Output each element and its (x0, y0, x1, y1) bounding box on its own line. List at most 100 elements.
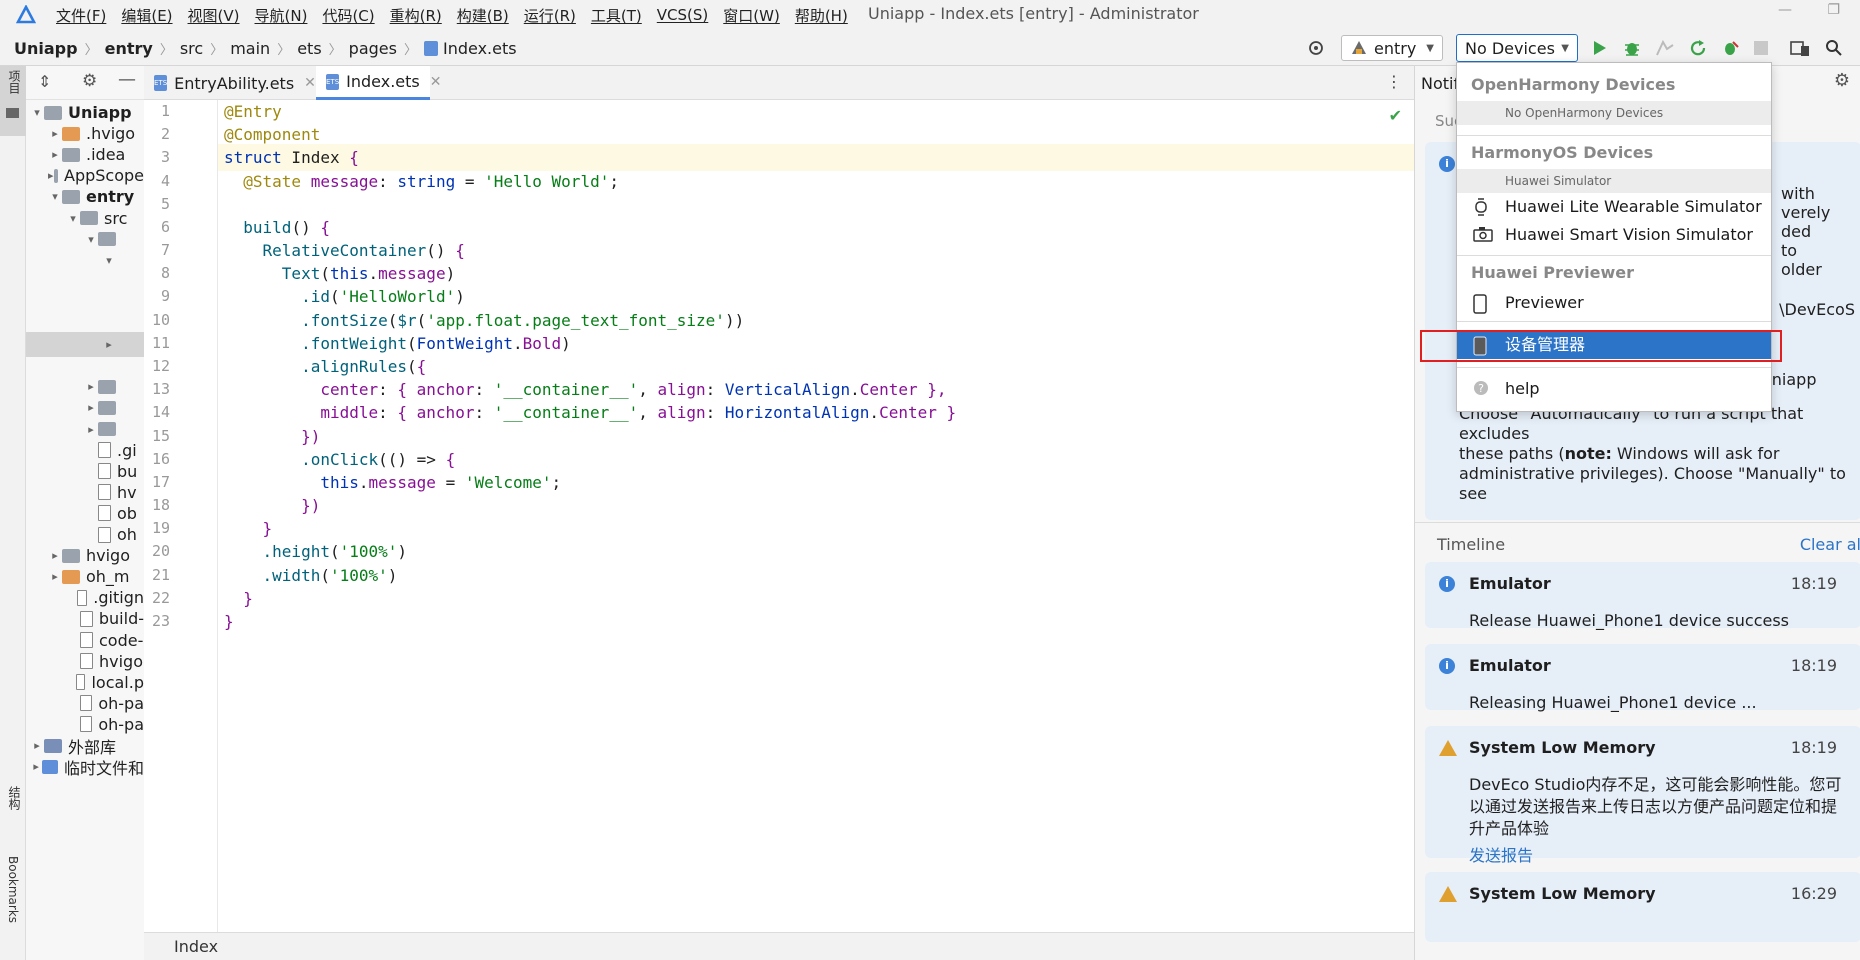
chevron-down-icon[interactable]: ▾ (66, 212, 80, 225)
menu-item[interactable]: 重构(R) (390, 5, 442, 26)
close-icon[interactable]: ✕ (304, 75, 316, 91)
breadcrumb-item[interactable]: src (180, 39, 203, 58)
breadcrumb-separator: 〉 (84, 43, 98, 58)
previewer-item[interactable]: Previewer (1457, 289, 1771, 317)
breadcrumb-item[interactable]: entry (105, 39, 153, 58)
notification-card[interactable]: System Low Memory 16:29 (1425, 872, 1860, 942)
chevron-down-icon: ▼ (1426, 42, 1434, 54)
notification-card[interactable]: System Low Memory 18:19 DevEco Studio内存不足，… (1425, 726, 1860, 865)
hide-panel-icon[interactable]: — (118, 69, 136, 90)
menu-item[interactable]: 窗口(W) (723, 5, 780, 26)
left-tool-strip: 项目 结构 Bookmarks (0, 66, 26, 960)
file-icon (98, 484, 111, 501)
chevron-right-icon[interactable]: ▸ (84, 401, 98, 414)
bookmarks-tool-button[interactable]: Bookmarks (6, 856, 20, 923)
gear-icon[interactable]: ⚙ (82, 71, 97, 91)
clear-all-link[interactable]: Clear al (1800, 535, 1860, 554)
menu-item[interactable]: 导航(N) (255, 5, 308, 26)
openharmony-header: OpenHarmony Devices (1471, 75, 1676, 94)
restore-icon[interactable]: ❐ (1827, 2, 1840, 18)
chevron-down-icon[interactable]: ▾ (30, 106, 44, 119)
code-line[interactable]: } (224, 608, 234, 635)
chevron-right-icon[interactable]: ▸ (84, 423, 98, 436)
code-editor[interactable]: ✔ @Entry @Component struct Index { @State … (218, 100, 1414, 932)
file-icon (98, 442, 111, 459)
window-title: Uniapp - Index.ets [entry] - Administrat… (868, 4, 1199, 23)
stop-icon[interactable] (1752, 36, 1770, 60)
deveco-logo-icon (16, 5, 36, 24)
inspection-ok-icon[interactable]: ✔ (1389, 106, 1402, 125)
tree-item-label: src (104, 208, 128, 228)
menu-item[interactable]: 构建(B) (457, 5, 509, 26)
title-bar: 文件(F) 编辑(E) 视图(V) 导航(N) 代码(C) 重构(R) 构建(B) 运行(R)… (0, 0, 1860, 30)
editor-breadcrumb-bar: Index (144, 932, 1414, 960)
close-icon[interactable]: ✕ (430, 74, 442, 90)
breadcrumb-item[interactable]: ets (297, 39, 321, 58)
menu-item[interactable]: 文件(F) (56, 5, 106, 26)
code-line[interactable]: middle: { anchor: '__container__', align… (224, 399, 956, 426)
profile-icon[interactable] (1654, 36, 1676, 60)
file-icon (76, 589, 88, 606)
breadcrumb-item[interactable]: Index.ets (443, 39, 517, 58)
chevron-down-icon[interactable]: ▾ (48, 190, 62, 203)
search-icon[interactable] (1824, 36, 1844, 60)
menu-item[interactable]: VCS(S) (657, 6, 708, 24)
device-item-smart-vision[interactable]: Huawei Smart Vision Simulator (1457, 221, 1771, 249)
attach-debugger-icon[interactable] (1720, 36, 1740, 60)
ets-file-icon: ETS (154, 75, 168, 91)
run-icon[interactable] (1590, 36, 1610, 60)
chevron-right-icon[interactable]: ▸ (48, 549, 62, 562)
module-selector[interactable]: entry ▼ (1341, 35, 1443, 61)
chevron-right-icon[interactable]: ▸ (84, 380, 98, 393)
chevron-right-icon[interactable]: ▸ (30, 739, 44, 752)
more-options-icon[interactable]: ⋮ (1386, 72, 1402, 91)
send-report-link[interactable]: 发送报告 (1469, 842, 1533, 866)
tree-item-label: entry (86, 187, 135, 207)
file-icon (80, 632, 93, 648)
target-icon[interactable] (1306, 36, 1326, 60)
notification-body: Release Huawei_Phone1 device success (1469, 611, 1790, 630)
gear-icon[interactable]: ⚙ (1834, 70, 1850, 91)
notification-card[interactable]: i Emulator 18:19 Releasing Huawei_Phone1 de… (1425, 644, 1860, 712)
chevron-down-icon[interactable]: ▾ (102, 254, 116, 267)
menu-item[interactable]: 代码(C) (322, 5, 374, 26)
info-icon: i (1439, 658, 1455, 674)
device-item-wearable[interactable]: Huawei Lite Wearable Simulator (1457, 193, 1771, 221)
file-icon (79, 695, 93, 712)
menu-item[interactable]: 运行(R) (524, 5, 576, 26)
menu-item[interactable]: 视图(V) (188, 5, 240, 26)
chevron-right-icon[interactable]: ▸ (48, 169, 54, 182)
debug-icon[interactable] (1622, 36, 1642, 60)
info-icon: i (1439, 576, 1455, 592)
tab-index[interactable]: ETS Index.ets ✕ (316, 66, 441, 100)
menu-item[interactable]: 帮助(H) (795, 5, 848, 26)
chevron-right-icon[interactable]: ▸ (30, 760, 42, 773)
help-item[interactable]: ? help (1457, 375, 1771, 403)
folder-icon (98, 422, 116, 436)
chevron-down-icon[interactable]: ▾ (84, 233, 98, 246)
chevron-right-icon[interactable]: ▸ (48, 570, 62, 583)
code-line[interactable]: @State message: string = 'Hello World'; (224, 168, 619, 195)
device-manager-icon[interactable] (1790, 36, 1810, 60)
notification-card[interactable]: i Emulator 18:19 Release Huawei_Phone1 devi… (1425, 562, 1860, 630)
device-selector[interactable]: No Devices ▼ (1456, 34, 1578, 62)
structure-tool-button[interactable]: 结构 (6, 786, 23, 810)
menu-item[interactable]: 编辑(E) (121, 5, 172, 26)
minimize-icon[interactable]: — (1778, 2, 1792, 18)
tree-item[interactable]: ▸ 临时文件和 (26, 754, 144, 779)
chevron-right-icon[interactable]: ▸ (48, 127, 62, 140)
breadcrumb-separator: 〉 (403, 43, 417, 58)
collapse-all-icon[interactable]: ⇕ (38, 72, 51, 91)
breadcrumb-item[interactable]: Uniapp (14, 39, 78, 58)
tab-entryability[interactable]: ETS EntryAbility.ets ✕ (144, 66, 316, 100)
menu-item[interactable]: 工具(T) (591, 5, 642, 26)
tab-label: Index.ets (346, 72, 420, 91)
project-tool-button[interactable]: 项目 (0, 66, 26, 136)
warning-icon (1439, 886, 1457, 902)
rerun-icon[interactable] (1688, 36, 1708, 60)
chevron-right-icon[interactable]: ▸ (102, 338, 116, 351)
breadcrumb-item[interactable]: pages (349, 39, 397, 58)
tree-item-label: AppScope (64, 166, 144, 186)
chevron-right-icon[interactable]: ▸ (48, 148, 62, 161)
breadcrumb-item[interactable]: main (230, 39, 270, 58)
